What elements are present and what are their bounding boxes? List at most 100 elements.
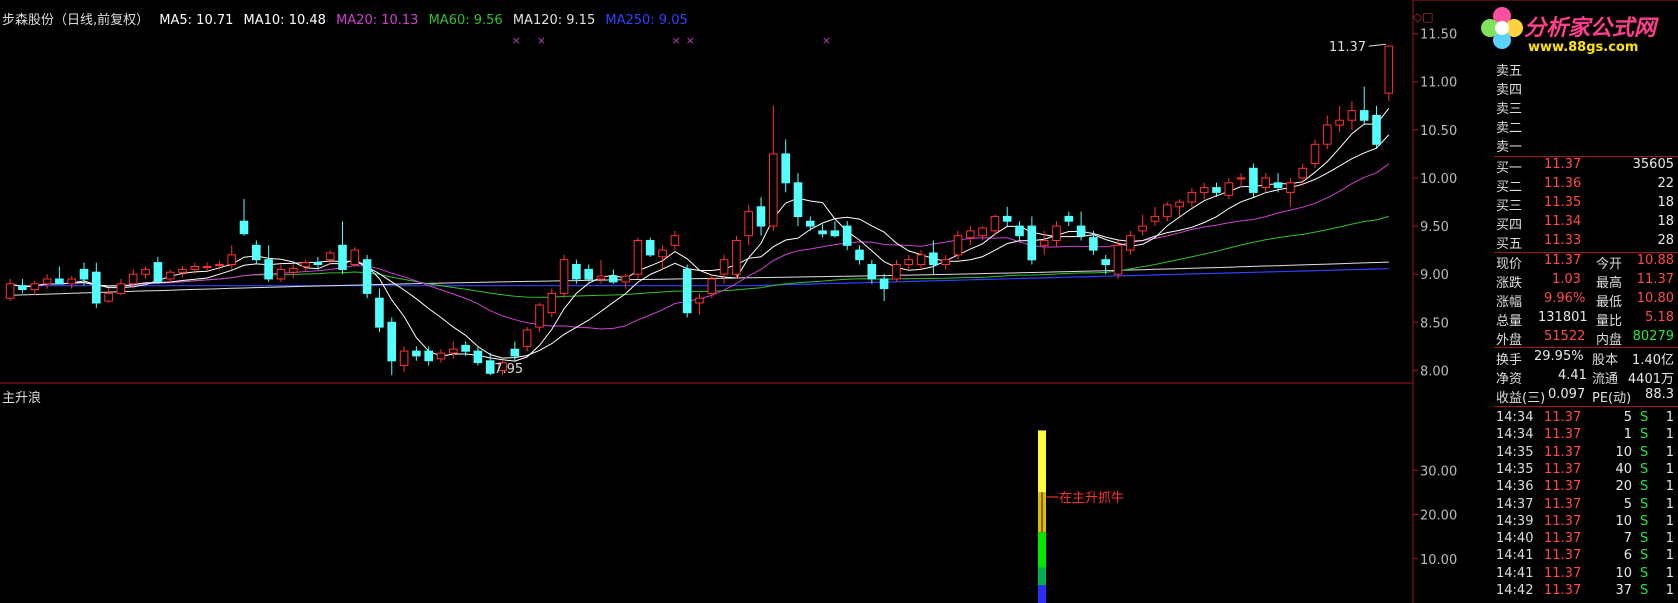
indicator-bar-segment <box>1038 430 1046 493</box>
trade-price: 11.37 <box>1544 531 1582 547</box>
candle-body <box>535 304 544 328</box>
buy-level-price: 11.33 <box>1544 233 1582 248</box>
trade-volume: 5 <box>1623 410 1632 425</box>
label: 换手 <box>1496 353 1523 368</box>
sell-level-1[interactable]: 卖一 <box>1494 136 1678 155</box>
candle-body <box>793 182 803 218</box>
buy-level-5[interactable]: 买五 11.33 28 <box>1494 233 1678 252</box>
trade-price: 11.37 <box>1544 496 1582 512</box>
trade-price: 11.37 <box>1544 479 1582 495</box>
buy-level-volume: 28 <box>1657 233 1674 248</box>
price-change: 1.03 <box>1552 272 1581 287</box>
buy-level-price: 11.37 <box>1544 157 1582 172</box>
trade-price: 11.37 <box>1544 565 1582 581</box>
trade-tick-row: 14:35 11.37 10 S 1 <box>1494 445 1678 464</box>
sell-level-4[interactable]: 卖四 <box>1494 79 1678 98</box>
candle-body <box>572 264 581 280</box>
buy-level-1[interactable]: 买一 11.37 35605 <box>1494 157 1678 176</box>
candle-body <box>128 273 138 285</box>
candle-body <box>67 278 77 285</box>
candle-body <box>190 266 200 270</box>
candle-body <box>412 350 421 357</box>
buy-level-2[interactable]: 买二 11.36 22 <box>1494 176 1678 195</box>
sell-level-3[interactable]: 卖三 <box>1494 98 1678 117</box>
quote-row-turnover: 换手 29.95% 股本 1.40亿 <box>1494 349 1678 368</box>
candle-body <box>1163 204 1172 217</box>
label: 量比 <box>1596 314 1623 329</box>
kline-chart[interactable]: 11.50 11.00 10.50 10.00 9.50 9.00 8.50 8.00 30.0… <box>0 0 1678 603</box>
candle-body <box>338 244 347 270</box>
label: 外盘 <box>1496 333 1523 348</box>
candle-body <box>5 283 15 299</box>
divider <box>1494 156 1678 157</box>
high-annotation-arrow <box>1368 43 1386 47</box>
total-volume: 131801 <box>1538 310 1588 325</box>
price-tick-label: 9.00 <box>1420 268 1449 283</box>
quote-panel: 卖五 卖四 卖三 卖二 卖一 买一 11.37 35605 买二 11.36 2… <box>1494 60 1678 603</box>
candle-body <box>1126 235 1135 251</box>
price-tick-label: 9.50 <box>1420 220 1449 235</box>
indicator-bar-segment <box>1038 585 1046 603</box>
candle-body <box>239 220 249 235</box>
candle-body <box>424 350 433 362</box>
trade-volume: 10 <box>1615 513 1632 529</box>
sell-level-label: 卖四 <box>1496 83 1523 98</box>
ma5-label: MA5: 10.71 <box>159 13 234 28</box>
ma10-line <box>10 134 1390 359</box>
buy-level-label: 买五 <box>1496 237 1523 252</box>
candle-body <box>769 153 778 227</box>
candle-body <box>842 225 852 246</box>
trade-time: 14:39 <box>1496 513 1534 529</box>
trade-side: S <box>1640 444 1649 460</box>
signal-marker: × <box>822 34 831 47</box>
trade-price: 11.37 <box>1544 444 1582 460</box>
candle-body <box>633 240 643 275</box>
candle-body <box>202 266 212 268</box>
price-tick-label: 11.00 <box>1420 76 1457 91</box>
candle-body <box>1212 187 1221 193</box>
candle-body <box>1249 167 1258 193</box>
trade-price: 11.37 <box>1544 461 1582 477</box>
candle-body <box>559 259 569 294</box>
candle-body <box>1027 225 1037 261</box>
candle-body <box>1175 201 1184 208</box>
quote-row-earnings: 收益(三) 0.097 PE(动) 88.3 <box>1494 387 1678 406</box>
volume-ratio: 5.18 <box>1645 310 1674 325</box>
trade-side: S <box>1640 513 1649 529</box>
candle-body <box>732 240 741 275</box>
candle-body <box>953 235 963 256</box>
trade-side: S <box>1640 496 1649 512</box>
candle-body <box>1150 215 1160 222</box>
sell-level-5[interactable]: 卖五 <box>1494 60 1678 79</box>
trade-volume: 1 <box>1623 427 1632 443</box>
label: 涨跌 <box>1496 276 1523 291</box>
candle-body <box>1384 45 1394 94</box>
candle-body <box>473 350 483 364</box>
indicator-annotation: 一在主升抓牛 <box>1046 491 1124 506</box>
candle-body <box>141 268 150 275</box>
buy-level-3[interactable]: 买三 11.35 18 <box>1494 195 1678 214</box>
candle-body <box>756 206 766 227</box>
candle-body <box>879 278 889 290</box>
eps: 0.097 <box>1548 387 1586 402</box>
sell-level-2[interactable]: 卖二 <box>1494 117 1678 136</box>
trade-count: 1 <box>1665 565 1674 581</box>
label: 净资 <box>1496 372 1523 387</box>
candle-body <box>707 278 717 294</box>
candle-body <box>1347 110 1357 121</box>
buy-level-label: 买三 <box>1496 199 1523 214</box>
candle-body <box>116 283 126 294</box>
candle-body <box>1039 240 1049 246</box>
label: 总量 <box>1496 314 1523 329</box>
trade-count: 1 <box>1665 461 1674 477</box>
trade-time: 14:41 <box>1496 565 1534 581</box>
label: 现价 <box>1496 257 1523 272</box>
panel-toggle-icon[interactable]: ◇□ <box>1413 10 1434 24</box>
price-tick-label: 8.00 <box>1420 364 1449 379</box>
candle-body <box>621 275 630 283</box>
buy-level-4[interactable]: 买四 11.34 18 <box>1494 214 1678 233</box>
candle-body <box>855 249 864 261</box>
trade-tick-row: 14:35 11.37 40 S 1 <box>1494 462 1678 481</box>
high-price: 11.37 <box>1636 272 1674 287</box>
candle-body <box>1076 225 1086 237</box>
